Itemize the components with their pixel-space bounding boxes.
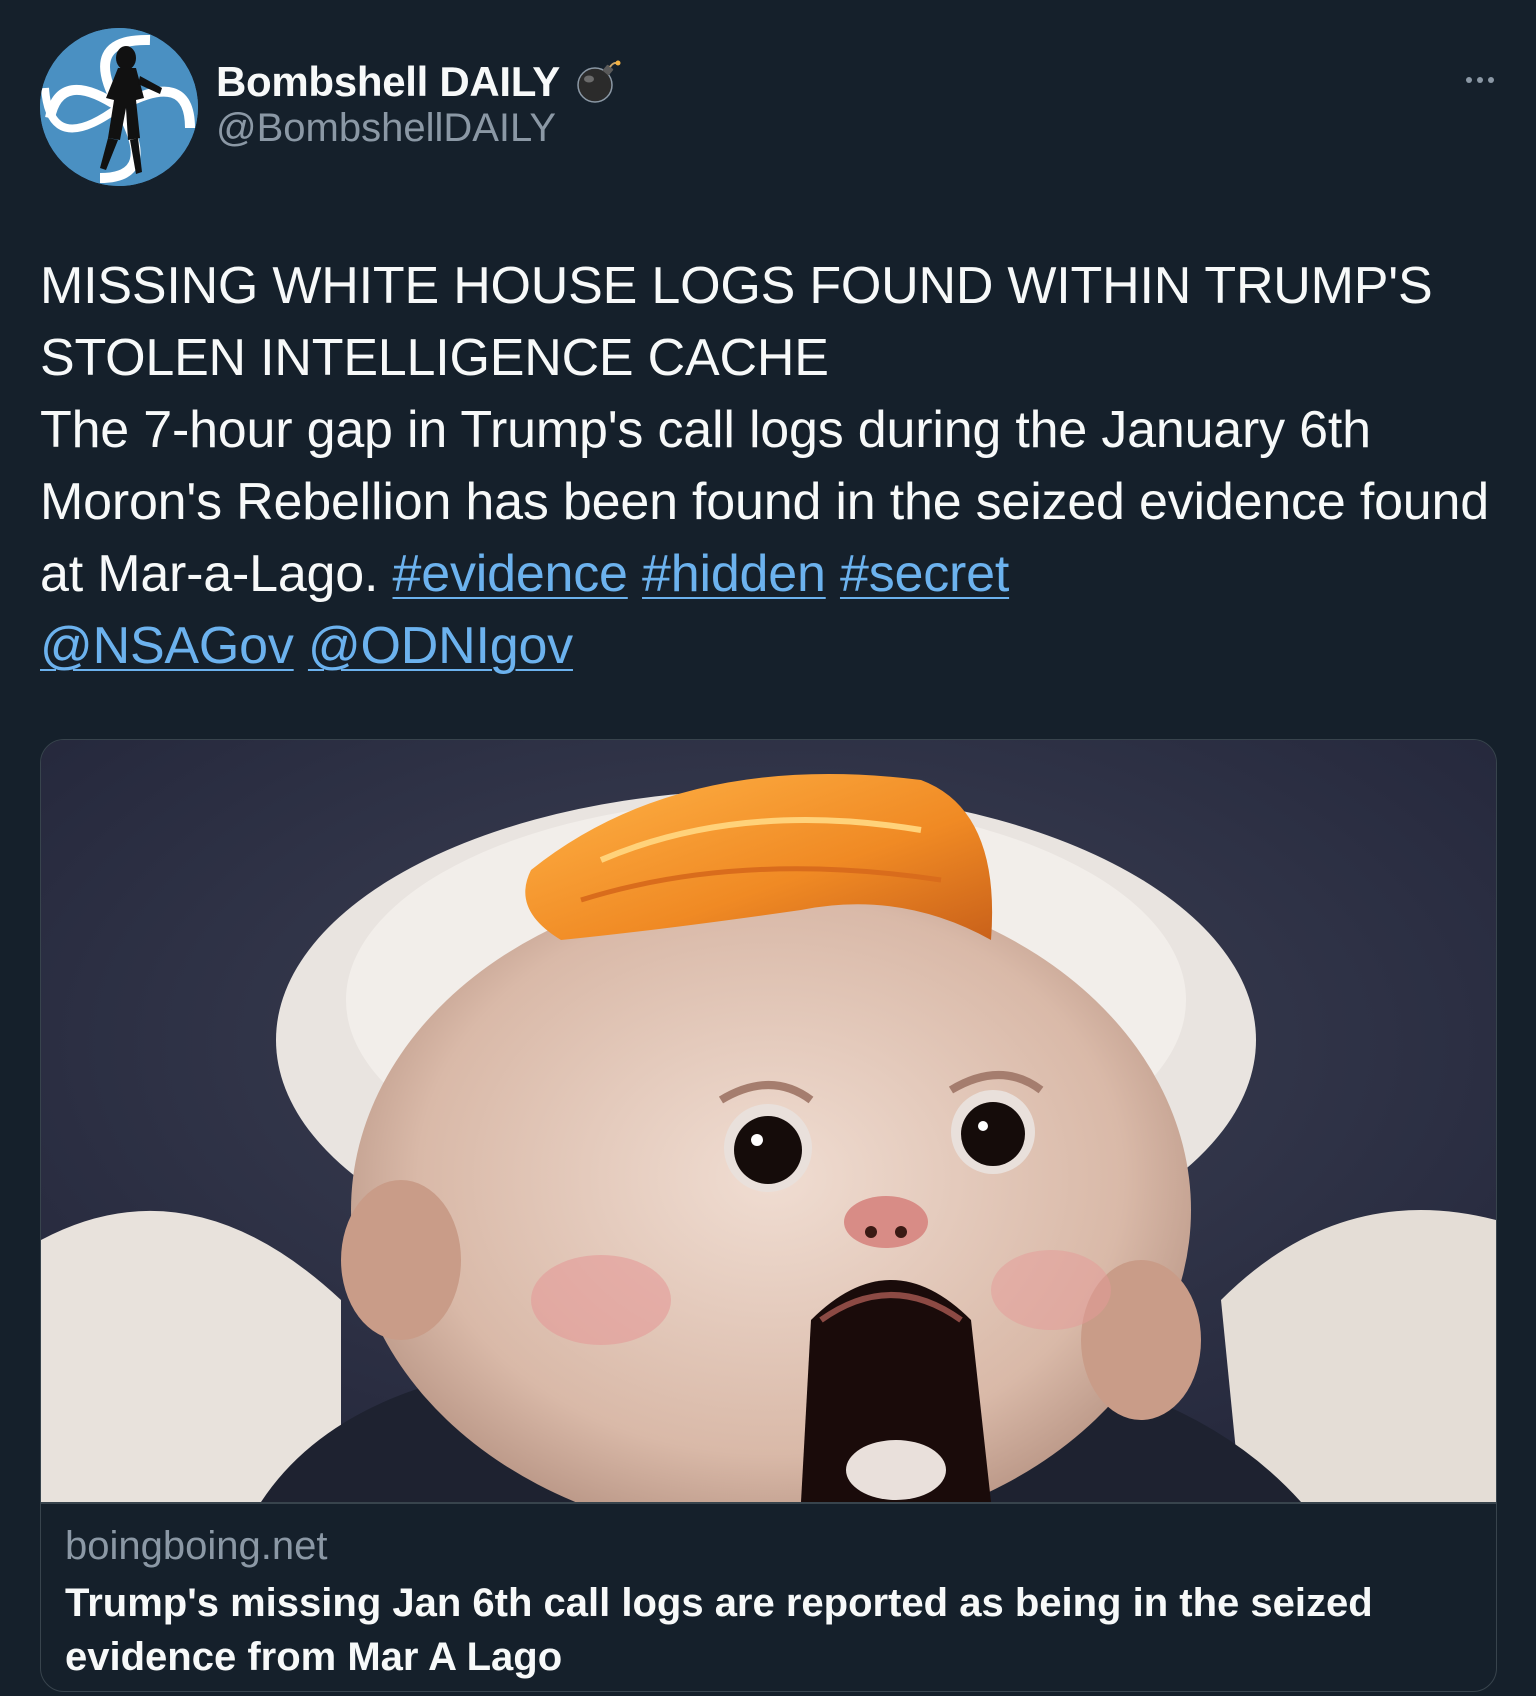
card-title: Trump's missing Jan 6th call logs are re… [65, 1581, 1373, 1679]
avatar[interactable] [40, 28, 198, 186]
ellipsis-icon [1466, 77, 1472, 83]
tweet-headline-line1: MISSING WHITE HOUSE LOGS FOUND WITHIN TR… [40, 257, 1433, 315]
author-handle[interactable]: @BombshellDAILY [216, 106, 556, 151]
ellipsis-icon [1477, 77, 1483, 83]
author-display-name[interactable]: Bombshell DAILY [216, 58, 560, 106]
hashtag-link[interactable]: #hidden [642, 545, 826, 603]
card-divider [41, 1502, 1496, 1504]
card-image [41, 740, 1496, 1502]
tweet-text: MISSING WHITE HOUSE LOGS FOUND WITHIN TR… [40, 250, 1500, 682]
ellipsis-icon [1488, 77, 1494, 83]
more-options-button[interactable] [1456, 60, 1504, 100]
tweet-headline-line2: STOLEN INTELLIGENCE CACHE [40, 329, 829, 387]
author-name-row: Bombshell DAILY [216, 54, 622, 110]
mention-link[interactable]: @ODNIgov [308, 617, 573, 675]
mention-link[interactable]: @NSAGov [40, 617, 294, 675]
tweet-container: Bombshell DAILY @BombshellDAILY MISSING … [0, 0, 1536, 1696]
link-preview-card[interactable]: boingboing.net Trump's missing Jan 6th c… [40, 739, 1497, 1692]
bomb-icon [574, 58, 622, 106]
card-domain: boingboing.net [65, 1524, 328, 1568]
hashtag-link[interactable]: #secret [840, 545, 1009, 603]
hashtag-link[interactable]: #evidence [393, 545, 628, 603]
avatar-image [40, 28, 198, 186]
